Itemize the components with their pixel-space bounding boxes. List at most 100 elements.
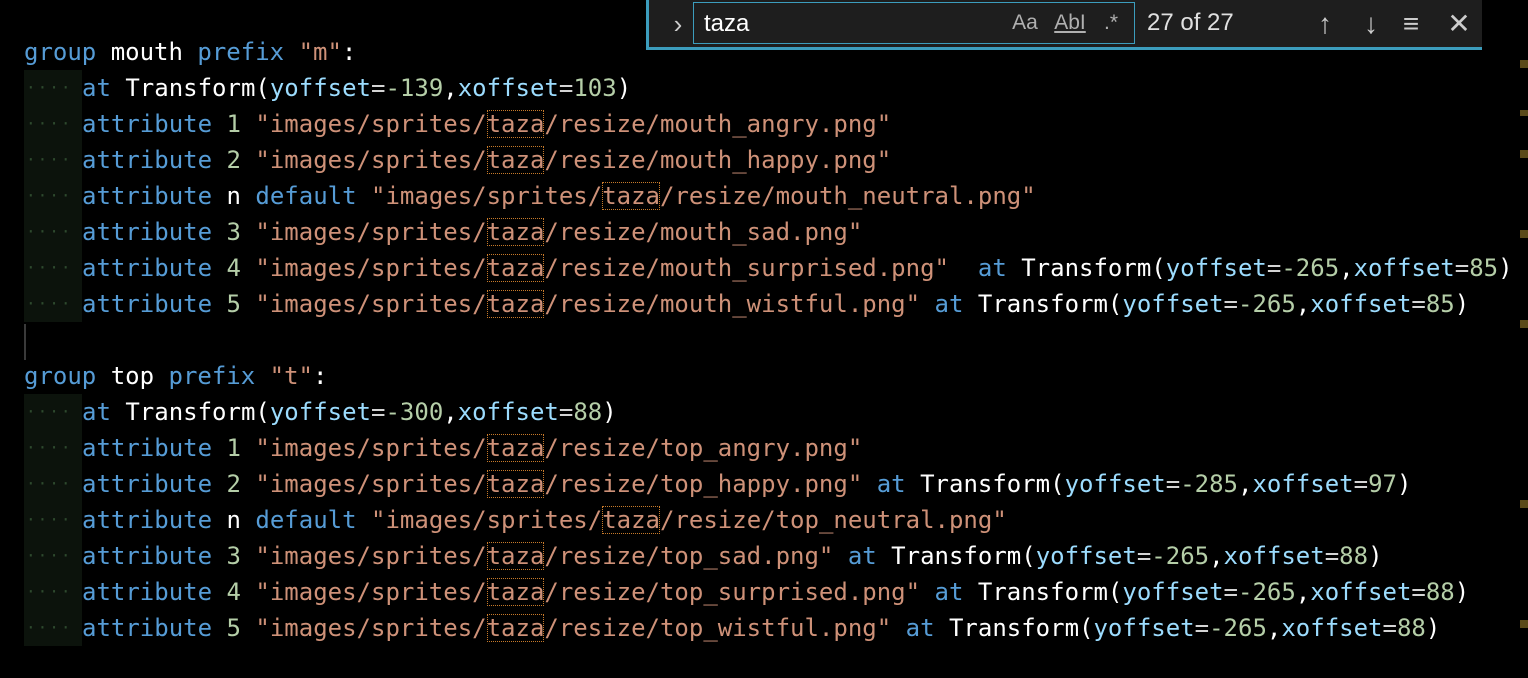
search-match-highlight: taza <box>602 506 660 534</box>
code-line[interactable]: group top prefix "t": <box>24 358 327 394</box>
code-token: at <box>847 542 877 570</box>
code-token: -285 <box>1180 470 1238 498</box>
minimap-mark <box>1520 620 1528 628</box>
code-token: attribute <box>82 434 213 462</box>
code-token: yoffset <box>1064 470 1166 498</box>
minimap-mark <box>1520 150 1528 158</box>
code-line[interactable]: attribute 2 "images/sprites/taza/resize/… <box>82 142 891 178</box>
code-token: -300 <box>385 398 444 426</box>
search-match-highlight: taza <box>486 470 545 498</box>
whitespace-dots: ···· <box>26 618 73 637</box>
code-token: xoffset <box>1223 542 1325 570</box>
whitespace-dots: ···· <box>26 402 73 421</box>
find-in-selection-icon[interactable]: ≡ <box>1393 6 1429 42</box>
whitespace-dots: ···· <box>26 510 73 529</box>
whitespace-dots: ···· <box>26 222 73 241</box>
code-token: top <box>96 362 169 390</box>
code-token: attribute <box>82 578 213 606</box>
code-token: attribute <box>82 182 213 210</box>
chevron-right-icon[interactable]: › <box>663 6 693 42</box>
code-token: = <box>1266 254 1282 282</box>
code-token: /resize/mouth_neutral.png" <box>660 182 1036 210</box>
code-token: 85 <box>1425 290 1455 318</box>
code-token: = <box>1353 470 1369 498</box>
code-line[interactable]: attribute 5 "images/sprites/taza/resize/… <box>82 286 1469 322</box>
code-line[interactable]: at Transform(yoffset=-300,xoffset=88) <box>82 394 617 430</box>
code-token: 2 <box>226 146 241 174</box>
code-line[interactable]: attribute 5 "images/sprites/taza/resize/… <box>82 610 1440 646</box>
code-line[interactable]: attribute 1 "images/sprites/taza/resize/… <box>82 430 862 466</box>
code-token: -265 <box>1151 542 1210 570</box>
match-case-toggle[interactable]: Aa <box>1008 9 1042 37</box>
code-token: 97 <box>1368 470 1397 498</box>
find-input[interactable] <box>702 3 1006 45</box>
code-line[interactable]: attribute 2 "images/sprites/taza/resize/… <box>82 466 1411 502</box>
code-token: , <box>1295 290 1311 318</box>
code-line[interactable]: at Transform(yoffset=-139,xoffset=103) <box>82 70 631 106</box>
code-token: xoffset <box>1281 614 1383 642</box>
code-token: /resize/top_happy.png" <box>544 470 863 498</box>
code-token: at <box>934 290 964 318</box>
minimap-mark <box>1520 320 1528 328</box>
code-line[interactable]: attribute n default "images/sprites/taza… <box>82 502 1007 538</box>
code-token: Transform( <box>963 578 1123 606</box>
code-line[interactable]: attribute 3 "images/sprites/taza/resize/… <box>82 214 862 250</box>
search-match-highlight: taza <box>486 290 545 318</box>
code-line[interactable]: group mouth prefix "m": <box>24 34 356 70</box>
code-token: -139 <box>385 74 444 102</box>
code-editor[interactable]: group mouth prefix "m": ···· at Transform(… <box>0 0 1528 678</box>
code-token: = <box>1411 578 1426 606</box>
match-count: 27 of 27 <box>1147 9 1234 36</box>
code-token: xoffset <box>1252 470 1354 498</box>
code-token: at <box>977 254 1007 282</box>
arrow-down-icon[interactable]: ↓ <box>1353 6 1389 42</box>
code-token: "t" <box>269 362 314 390</box>
regex-toggle[interactable]: .* <box>1094 9 1128 37</box>
code-token: , <box>1295 578 1311 606</box>
code-token: "images/sprites/ <box>255 578 487 606</box>
code-line[interactable]: attribute 1 "images/sprites/taza/resize/… <box>82 106 891 142</box>
code-line[interactable]: attribute 4 "images/sprites/taza/resize/… <box>82 574 1469 610</box>
code-token: /resize/top_angry.png" <box>544 434 863 462</box>
code-token: default <box>255 182 357 210</box>
code-token: attribute <box>82 614 213 642</box>
code-token: -265 <box>1238 290 1296 318</box>
whole-word-toggle[interactable]: AbI <box>1050 9 1090 37</box>
code-token: 103 <box>573 74 617 102</box>
code-token: = <box>1223 290 1238 318</box>
code-token: , <box>1209 542 1224 570</box>
minimap-mark <box>1520 230 1528 238</box>
code-token: n <box>212 182 256 210</box>
code-token: mouth <box>96 38 198 66</box>
code-token: yoffset <box>269 398 372 426</box>
code-token: ) <box>1396 470 1412 498</box>
text-cursor <box>24 324 26 360</box>
search-match-highlight: taza <box>486 434 545 462</box>
code-token: "images/sprites/ <box>255 614 487 642</box>
close-icon[interactable]: ✕ <box>1441 6 1477 42</box>
arrow-up-icon[interactable]: ↑ <box>1307 6 1343 42</box>
code-token: /resize/mouth_angry.png" <box>544 110 892 138</box>
code-token: 88 <box>1339 542 1369 570</box>
code-token: group <box>24 38 97 66</box>
code-token: ) <box>1454 290 1470 318</box>
code-token: "images/sprites/ <box>371 182 603 210</box>
code-token: /resize/top_neutral.png" <box>660 506 1007 534</box>
code-token: , <box>443 398 458 426</box>
search-match-highlight: taza <box>486 614 545 642</box>
code-line[interactable]: attribute 3 "images/sprites/taza/resize/… <box>82 538 1383 574</box>
code-token: yoffset <box>1122 578 1224 606</box>
search-match-highlight: taza <box>486 146 545 174</box>
code-token: Transform( <box>963 290 1123 318</box>
code-line[interactable]: attribute 4 "images/sprites/taza/resize/… <box>82 250 1513 286</box>
code-line[interactable]: attribute n default "images/sprites/taza… <box>82 178 1036 214</box>
code-token: at <box>876 470 906 498</box>
code-token: 88 <box>1425 578 1455 606</box>
code-token: = <box>371 74 386 102</box>
